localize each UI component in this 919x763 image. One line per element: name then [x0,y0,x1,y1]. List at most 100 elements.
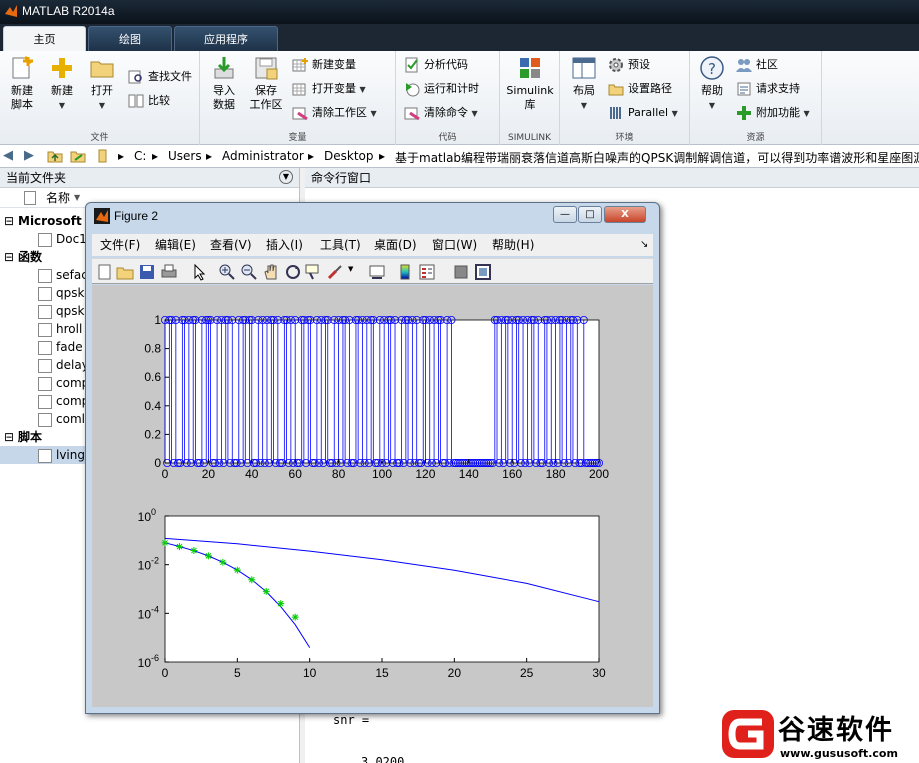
breadcrumb-users[interactable]: Users [168,149,202,163]
matlab-file-icon [38,322,52,337]
parallel-button[interactable]: Parallel ▼ [608,103,678,123]
import-data-button[interactable]: 导入 数据 [204,55,244,112]
tab-home[interactable]: 主页 [3,26,86,51]
add-ons-button[interactable]: 附加功能 ▼ [736,103,810,123]
analyze-code-label: 分析代码 [424,58,468,71]
tree-item-label: hroll [56,322,83,336]
menu-desktop[interactable]: 桌面(D) [374,234,417,256]
pointer-icon[interactable] [190,263,208,281]
forward-icon[interactable]: ▶ [24,148,34,163]
run-and-time-button[interactable]: 运行和计时 [404,79,479,99]
back-icon[interactable]: ◀ [3,148,13,163]
brush-icon[interactable] [326,263,344,281]
collapse-icon[interactable]: ⊟ [4,428,18,446]
link-plot-icon[interactable] [368,263,386,281]
ber-marker-point [204,552,212,560]
open-button[interactable]: 打开 ▼ [82,55,122,113]
breadcrumb-separator: ▸ [308,149,315,163]
tree-item-label: qpsk [56,286,85,300]
request-support-label: 请求支持 [756,82,800,95]
find-files-button[interactable]: 查找文件 [128,67,192,87]
y-tick-label-2-base: 10 [138,607,152,621]
y-tick-label-1: 0.4 [144,399,161,413]
menu-window[interactable]: 窗口(W) [432,234,477,256]
rotate-3d-icon[interactable] [284,263,302,281]
community-button[interactable]: 社区 [736,55,778,75]
find-files-icon [128,70,142,84]
print-icon[interactable] [160,263,178,281]
new-button[interactable]: 新建 ▼ [42,55,82,113]
run-and-time-label: 运行和计时 [424,82,479,95]
figure-window[interactable]: Figure 2 — □ X 文件(F) 编辑(E) 查看(V) 插入(I) 工… [85,202,660,714]
new-variable-label: 新建变量 [312,58,356,71]
minimize-button[interactable]: — [553,206,577,223]
menu-insert[interactable]: 插入(I) [266,234,303,256]
name-column-header[interactable]: 名称 [46,188,70,208]
collapse-icon[interactable]: ⊟ [4,212,18,230]
zoom-in-icon[interactable] [218,263,236,281]
show-plot-tools-icon[interactable] [474,263,492,281]
save-icon[interactable] [138,263,156,281]
y-tick-label-1: 1 [154,313,161,327]
current-folder-header: 当前文件夹 ▼ [0,168,299,188]
gear-icon [609,58,623,72]
y-tick-label-2-base: 10 [138,559,152,573]
group-variable-label: 变量 [288,133,307,143]
x-tick-label-2: 30 [592,666,606,680]
pan-hand-icon[interactable] [262,263,280,281]
sort-arrow-icon[interactable]: ▼ [74,188,80,208]
clear-workspace-button[interactable]: 清除工作区 ▼ [292,103,377,123]
figure-canvas[interactable]: 0 20 40 60 80 100 120 140 160 180 200 0 0.2 0.4 0.6 0.8… [92,285,653,707]
watermark-url: www.gususoft.com [780,747,898,760]
new-variable-button[interactable]: 新建变量 [292,55,356,75]
new-script-button[interactable]: 新建 脚本 [2,55,42,112]
breadcrumb-drive[interactable]: C: [134,149,146,163]
legend-icon[interactable] [418,263,436,281]
menu-edit[interactable]: 编辑(E) [155,234,196,256]
breadcrumb-project-folder[interactable]: 基于matlab编程带瑞丽衰落信道高斯白噪声的QPSK调制解调信道，可以得到功率… [395,149,919,166]
maximize-button[interactable]: □ [578,206,602,223]
brush-dropdown-icon[interactable]: ▼ [348,265,353,273]
save-workspace-button[interactable]: 保存 工作区 [244,55,288,112]
command-output-value: 3.0200 [361,755,405,763]
dock-arrow-icon[interactable]: ↘ [640,234,648,256]
compare-button[interactable]: 比较 [128,91,170,111]
preferences-button[interactable]: 预设 [608,55,650,75]
group-environment-label: 环境 [615,133,634,143]
layout-button[interactable]: 布局 ▼ [564,55,604,113]
menu-view[interactable]: 查看(V) [210,234,252,256]
ber-marker-point [291,613,299,621]
request-support-button[interactable]: 请求支持 [736,79,800,99]
breadcrumb-administrator[interactable]: Administrator [222,149,304,163]
tree-item-label: fade [56,340,83,354]
root-folder-icon[interactable] [98,148,112,164]
ber-marker-point [175,543,183,551]
clear-commands-button[interactable]: 清除命令 ▼ [404,103,478,123]
set-path-button[interactable]: 设置路径 [608,79,672,99]
colorbar-icon[interactable] [396,263,414,281]
help-button[interactable]: ? 帮助 ▼ [692,55,732,113]
data-cursor-icon[interactable] [304,263,322,281]
menu-tools[interactable]: 工具(T) [320,234,361,256]
tree-item-label: sefac [56,268,88,282]
open-variable-button[interactable]: 打开变量 ▼ [292,79,366,99]
hide-plot-tools-icon[interactable] [452,263,470,281]
panel-menu-icon[interactable]: ▼ [279,170,293,184]
figure-title-bar[interactable]: Figure 2 — □ X [86,203,659,229]
menu-help[interactable]: 帮助(H) [492,234,534,256]
analyze-code-button[interactable]: 分析代码 [404,55,468,75]
collapse-icon[interactable]: ⊟ [4,248,18,266]
new-figure-icon[interactable] [96,263,114,281]
up-folder-icon[interactable] [47,148,63,164]
simulink-library-button[interactable]: Simulink 库 [504,55,556,112]
open-file-icon[interactable] [116,263,134,281]
x-tick-label-2: 25 [520,666,534,680]
breadcrumb-desktop[interactable]: Desktop [324,149,374,163]
browse-folder-icon[interactable] [70,148,86,164]
menu-file[interactable]: 文件(F) [100,234,140,256]
tab-plots[interactable]: 绘图 [88,26,172,51]
matlab-file-icon [38,376,52,391]
close-button[interactable]: X [604,206,646,223]
zoom-out-icon[interactable] [240,263,258,281]
tab-apps[interactable]: 应用程序 [174,26,278,51]
